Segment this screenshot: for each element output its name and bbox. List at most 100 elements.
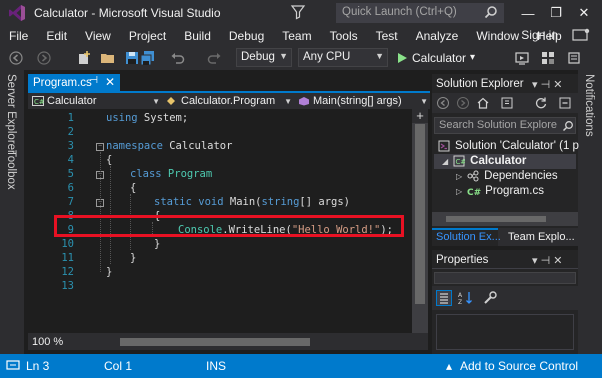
line-number: 5 <box>67 168 74 180</box>
line-number: 4 <box>67 154 74 166</box>
tree-solution[interactable]: Solution 'Calculator' (1 p <box>438 140 579 152</box>
tab-program-cs[interactable]: Program.cs ⊣ ✕ <box>28 74 120 91</box>
method-icon <box>299 97 309 106</box>
play-icon <box>398 52 407 63</box>
code-line: { <box>106 154 113 166</box>
code-line: } <box>130 252 137 264</box>
save-icon[interactable] <box>124 50 140 66</box>
collapsed-arrow-icon[interactable]: ▷ <box>456 172 462 181</box>
zoom-level[interactable]: 100 % <box>32 336 63 348</box>
property-pages-icon[interactable] <box>482 290 498 306</box>
status-insert-mode: INS <box>206 359 227 373</box>
highlight-box <box>54 215 404 237</box>
toolbar-options-icon[interactable] <box>566 50 582 66</box>
maximize-button[interactable]: ❐ <box>546 3 566 23</box>
class-nav-select[interactable]: Calculator.Program ▼ <box>166 94 292 108</box>
categorized-icon[interactable] <box>436 290 452 306</box>
configuration-value: Debug <box>241 51 275 63</box>
menu-edit[interactable]: Edit <box>37 29 76 43</box>
close-window-button[interactable]: ✕ <box>574 3 594 23</box>
code-line: { <box>130 182 137 194</box>
tree-dependencies[interactable]: ▷ Dependencies <box>456 170 558 182</box>
properties-divider <box>432 268 578 269</box>
server-explorer-tab[interactable]: Server Explorer <box>5 74 17 154</box>
sign-in-link[interactable]: Sign in <box>521 28 558 42</box>
back-icon[interactable] <box>436 96 450 110</box>
platform-value: Any CPU <box>303 51 351 63</box>
collapsed-arrow-icon[interactable]: ▷ <box>456 187 462 196</box>
panel-window-controls[interactable]: ▾ ⊣ ✕ <box>532 78 562 91</box>
status-column: Col 1 <box>104 359 133 373</box>
forward-icon[interactable] <box>36 50 52 66</box>
alphabetical-icon[interactable]: AZ <box>458 290 474 306</box>
new-project-icon[interactable] <box>76 50 92 66</box>
tree-project[interactable]: ◢ C# Calculator <box>442 155 526 167</box>
tab-solution-explorer[interactable]: Solution Ex... <box>436 231 501 243</box>
save-all-icon[interactable] <box>140 50 156 66</box>
live-share-icon[interactable] <box>514 50 530 66</box>
menu-tools[interactable]: Tools <box>321 29 367 43</box>
line-number: 1 <box>67 112 74 124</box>
start-dropdown-icon[interactable]: ▾ <box>470 52 475 63</box>
tab-team-explorer[interactable]: Team Explo... <box>508 231 575 243</box>
line-number: 2 <box>67 126 74 138</box>
properties-object-select[interactable] <box>434 272 576 284</box>
horizontal-scroll-thumb[interactable] <box>120 338 310 346</box>
home-icon[interactable] <box>476 96 490 110</box>
split-editor-icon[interactable]: + <box>412 109 428 123</box>
tree-program-cs[interactable]: ▷ C# Program.cs <box>456 185 544 197</box>
member-nav-select[interactable]: Main(string[] args) ▼ <box>298 94 428 108</box>
collapse-namespace-icon[interactable]: − <box>96 143 104 151</box>
menu-analyze[interactable]: Analyze <box>407 29 468 43</box>
configuration-select[interactable]: Debug ▼ <box>236 48 292 67</box>
pin-tab-icon[interactable]: ⊣ <box>89 75 98 86</box>
sync-icon[interactable] <box>534 96 548 110</box>
solution-explorer-title: Solution Explorer <box>436 78 524 90</box>
line-number: 6 <box>67 182 74 194</box>
notifications-tab[interactable]: Notifications <box>583 74 595 137</box>
search-icon[interactable] <box>484 5 498 19</box>
quick-launch-input[interactable]: Quick Launch (Ctrl+Q) <box>336 3 504 23</box>
class-nav-value: Calculator.Program <box>181 95 276 107</box>
project-nav-select[interactable]: C# Calculator ▼ <box>32 94 160 108</box>
open-folder-icon[interactable] <box>100 50 116 66</box>
switch-views-icon[interactable] <box>500 96 514 110</box>
close-tab-icon[interactable]: ✕ <box>105 75 115 89</box>
search-icon[interactable] <box>562 120 574 132</box>
collapse-all-icon[interactable] <box>558 96 572 110</box>
forward-icon[interactable] <box>456 96 470 110</box>
undo-icon[interactable] <box>170 50 186 66</box>
menu-project[interactable]: Project <box>120 29 175 43</box>
platform-select[interactable]: Any CPU ▼ <box>298 48 388 67</box>
expanded-arrow-icon[interactable]: ◢ <box>442 157 448 166</box>
menu-debug[interactable]: Debug <box>220 29 273 43</box>
chevron-down-icon: ▼ <box>279 51 288 61</box>
add-to-source-control-button[interactable]: Add to Source Control <box>460 359 578 373</box>
line-number: 3 <box>67 140 74 152</box>
panel-window-controls[interactable]: ▾ ⊣ ✕ <box>532 254 562 267</box>
menu-team[interactable]: Team <box>273 29 320 43</box>
redo-icon[interactable] <box>206 50 222 66</box>
toolbar-grid-icon[interactable] <box>540 50 556 66</box>
feedback-icon[interactable] <box>572 28 590 44</box>
start-debugging-button[interactable]: Calculator ▾ <box>396 48 475 67</box>
menu-view[interactable]: View <box>76 29 120 43</box>
menu-window[interactable]: Window <box>467 29 528 43</box>
vertical-scroll-thumb[interactable] <box>415 124 425 304</box>
menu-test[interactable]: Test <box>367 29 407 43</box>
menu-file[interactable]: File <box>0 29 37 43</box>
svg-text:C#: C# <box>467 188 481 197</box>
filter-icon[interactable] <box>290 4 306 20</box>
solution-explorer-search-input[interactable]: Search Solution Explore <box>434 117 576 134</box>
back-icon[interactable] <box>8 50 24 66</box>
source-control-arrow-icon[interactable]: ▴ <box>446 359 452 373</box>
ready-icon <box>6 358 20 372</box>
chevron-down-icon: ▼ <box>152 96 160 106</box>
toolbox-tab[interactable]: Toolbox <box>5 150 17 190</box>
menu-build[interactable]: Build <box>175 29 220 43</box>
code-line: } <box>106 266 113 278</box>
svg-text:Z: Z <box>458 299 462 306</box>
solution-explorer-hscroll-thumb[interactable] <box>446 216 546 222</box>
minimize-button[interactable]: — <box>518 3 538 23</box>
solution-icon <box>438 140 450 152</box>
